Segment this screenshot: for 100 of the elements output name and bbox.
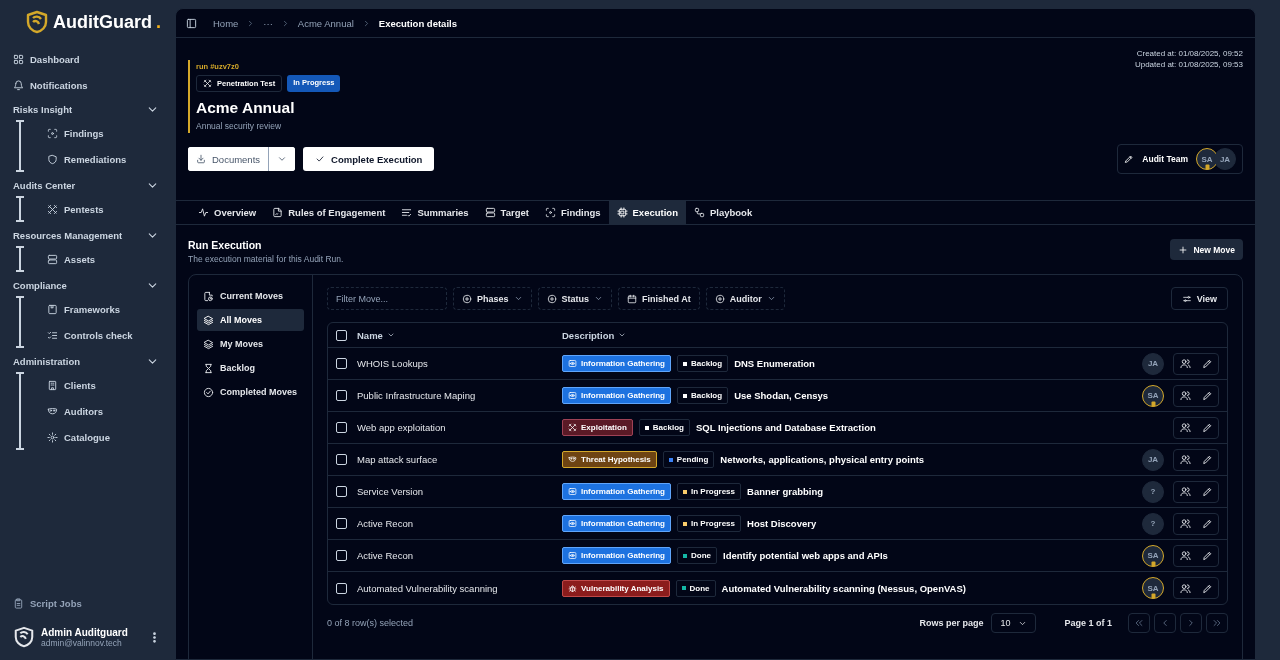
users-icon (1179, 582, 1191, 594)
breadcrumb-link[interactable]: ··· (263, 17, 273, 29)
breadcrumb-link[interactable]: Execution details (378, 17, 457, 29)
eye-icon (568, 519, 577, 528)
nav-link[interactable]: Dashboard (13, 46, 175, 72)
shield-logo (25, 10, 49, 34)
move-description: Use Shodan, Censys (734, 390, 829, 401)
pulse-icon (198, 207, 209, 218)
crossed-swords-icon (203, 79, 212, 88)
nav-link[interactable]: Pentests (47, 196, 175, 222)
avatar: JA (1142, 352, 1164, 375)
filter-button[interactable]: Phases (453, 287, 532, 310)
filter-button[interactable]: Auditor (705, 287, 785, 310)
nav-link[interactable]: Assets (47, 246, 175, 272)
run-subtitle: Annual security review (196, 121, 283, 131)
moves-filter-item[interactable]: Current Moves (197, 285, 304, 307)
users-icon (1179, 422, 1191, 433)
avatar: ? (1142, 480, 1164, 503)
complete-button[interactable]: Complete Execution (303, 147, 435, 171)
row-checkbox[interactable] (336, 422, 347, 433)
nav-link[interactable]: Controls check (47, 322, 175, 348)
pencil-icon (1201, 486, 1213, 497)
filter-field[interactable]: Filter Move... (327, 287, 447, 310)
selection-count: 0 of 8 row(s) selected (327, 618, 414, 628)
nav-link[interactable]: Findings (47, 120, 175, 146)
nav-link[interactable]: Auditors (47, 398, 175, 424)
dropdown-button[interactable] (268, 147, 296, 171)
tab[interactable]: Summaries (393, 201, 477, 224)
row-checkbox[interactable] (336, 550, 347, 561)
page-size-select[interactable]: 10 (991, 613, 1037, 633)
move-description: Automated Vulnerability scanning (Nessus, OpenVAS) (721, 582, 966, 594)
users-icon (1179, 390, 1191, 401)
users-icon (1179, 454, 1191, 465)
avatar: SA (1142, 384, 1164, 407)
user-name: Admin Auditguard (41, 626, 129, 638)
eye-icon (568, 359, 577, 368)
status-tag: Backlog (638, 419, 690, 436)
chevron-icon (1186, 618, 1196, 628)
moves-filter-item[interactable]: Backlog (197, 357, 304, 379)
tab[interactable]: Findings (536, 201, 609, 224)
bug-icon (568, 583, 577, 593)
tab[interactable]: Overview (190, 201, 265, 224)
filter-button[interactable]: Finished At (618, 287, 700, 310)
audit-team-button[interactable]: Audit Team SA JA (1117, 144, 1243, 174)
bell-icon (13, 79, 24, 91)
nav-link[interactable]: Clients (47, 372, 175, 398)
plus-circle-icon (462, 293, 472, 304)
filter-button[interactable]: Status (537, 287, 613, 310)
status-tag: Done (675, 579, 716, 597)
pen-icon (1124, 154, 1135, 164)
nav-link[interactable]: Frameworks (47, 296, 175, 322)
status-tag: Backlog (677, 355, 729, 372)
nav-link[interactable]: Catalogue (47, 424, 175, 450)
moves-filter-item[interactable]: Completed Moves (197, 381, 304, 403)
chevron-icon (1160, 618, 1170, 628)
row-checkbox[interactable] (336, 390, 347, 401)
phase-tag: Exploitation (562, 419, 633, 436)
section-subtitle: The execution material for this Audit Run. (188, 254, 344, 264)
status-tag: In Progress (677, 515, 741, 532)
clipboard-icon (13, 597, 24, 609)
column-header[interactable]: Description (562, 329, 615, 341)
row-checkbox[interactable] (336, 582, 347, 594)
avatar: ? (1142, 512, 1164, 535)
document-icon (272, 207, 284, 218)
tab[interactable]: Rules of Engagement (264, 201, 394, 224)
sidebar-toggle[interactable] (186, 17, 197, 29)
tab[interactable]: Execution (608, 201, 686, 224)
moves-filter-item[interactable]: My Moves (197, 333, 304, 355)
pencil-icon (1201, 422, 1213, 433)
breadcrumb-link[interactable]: Home (213, 17, 239, 29)
tab[interactable]: Playbook (685, 201, 761, 224)
row-checkbox[interactable] (336, 518, 347, 529)
chevron-icon (766, 294, 776, 303)
layers-icon (203, 338, 214, 350)
phase-tag: Information Gathering (562, 515, 671, 532)
nav-link[interactable]: Script Jobs (13, 590, 175, 616)
view-button[interactable]: View (1170, 287, 1228, 310)
avatar: SA (1196, 148, 1218, 170)
chevron-icon (513, 294, 523, 303)
server-icon (484, 207, 496, 218)
select-all-checkbox[interactable] (336, 329, 347, 341)
breadcrumb-link[interactable]: Acme Annual (297, 17, 354, 29)
row-checkbox[interactable] (336, 486, 347, 497)
new-move-button[interactable]: New Move (1170, 239, 1243, 260)
mask-icon (568, 455, 577, 464)
move-description: DNS Enumeration (734, 358, 815, 369)
nav-link[interactable]: Notifications (13, 72, 175, 98)
moves-filter-item[interactable]: All Moves (197, 309, 304, 331)
row-checkbox[interactable] (336, 358, 347, 369)
double-chevron-icon (1212, 618, 1222, 628)
flow-icon (693, 207, 705, 218)
nav-link[interactable]: Remediations (47, 146, 175, 172)
move-name: Web app exploitation (357, 422, 447, 433)
column-header[interactable]: Name (357, 329, 383, 341)
row-checkbox[interactable] (336, 454, 347, 465)
rows-per-page-label: Rows per page (919, 618, 984, 628)
move-description: Banner grabbing (747, 486, 824, 497)
tab[interactable]: Target (476, 201, 537, 224)
grid-icon (13, 53, 24, 65)
users-icon (1179, 518, 1191, 529)
